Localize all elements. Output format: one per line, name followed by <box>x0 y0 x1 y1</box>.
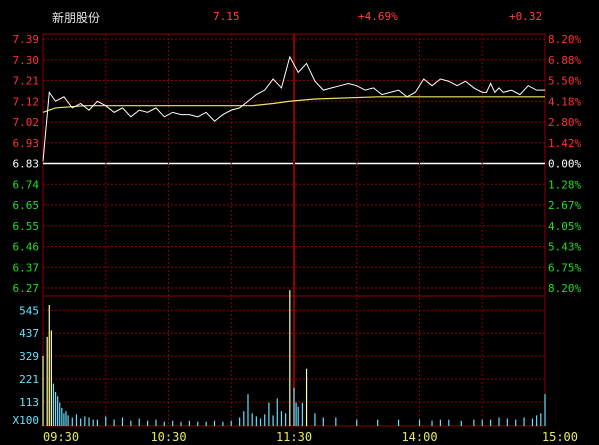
price-tick-label: 7.21 <box>13 75 40 88</box>
intraday-chart: 7.39 8.20% 7.30 6.88% 7.21 5.50% 7.12 4.18% 7.02… <box>13 33 582 444</box>
price-tick-label: 6.93 <box>13 137 40 150</box>
price-tick-label: 6.27 <box>13 282 40 295</box>
percent-tick-label: 1.42% <box>548 137 581 150</box>
price-tick-label: 6.74 <box>13 178 40 191</box>
volume-tick-label: 113 <box>19 396 39 409</box>
percent-tick-label: 2.67% <box>548 199 581 212</box>
percent-tick-label: 6.75% <box>548 261 581 274</box>
percent-tick-label: 2.80% <box>548 116 581 129</box>
time-tick-label: 10:30 <box>150 430 186 444</box>
time-tick-label: 14:00 <box>401 430 437 444</box>
price-tick-label: 7.30 <box>13 54 40 67</box>
percent-tick-label: 8.20% <box>548 33 581 46</box>
percent-tick-label: 5.50% <box>548 75 581 88</box>
price-tick-label: 7.02 <box>13 116 40 129</box>
percent-tick-label: 1.28% <box>548 178 581 191</box>
percent-tick-label: 8.20% <box>548 282 581 295</box>
volume-tick-label: 545 <box>19 304 39 317</box>
time-tick-label: 15:00 <box>542 430 578 444</box>
volume-unit-label: X100 <box>13 414 40 427</box>
price-tick-label: 6.83 <box>13 158 40 171</box>
percent-tick-label: 6.88% <box>548 54 581 67</box>
percent-tick-label: 5.43% <box>548 241 581 254</box>
time-tick-label: 09:30 <box>43 430 79 444</box>
percent-tick-label: 4.18% <box>548 95 581 108</box>
price-tick-label: 6.46 <box>13 241 40 254</box>
price-tick-label: 6.55 <box>13 220 40 233</box>
time-tick-label: 11:30 <box>276 430 312 444</box>
percent-tick-label: 4.05% <box>548 220 581 233</box>
percent-tick-label: 0.00% <box>548 158 581 171</box>
price-tick-label: 7.12 <box>13 95 40 108</box>
volume-tick-label: 221 <box>19 373 39 386</box>
price-tick-label: 6.65 <box>13 199 40 212</box>
volume-tick-label: 329 <box>19 350 39 363</box>
price-tick-label: 7.39 <box>13 33 40 46</box>
price-tick-label: 6.37 <box>13 261 40 274</box>
volume-tick-label: 437 <box>19 327 39 340</box>
